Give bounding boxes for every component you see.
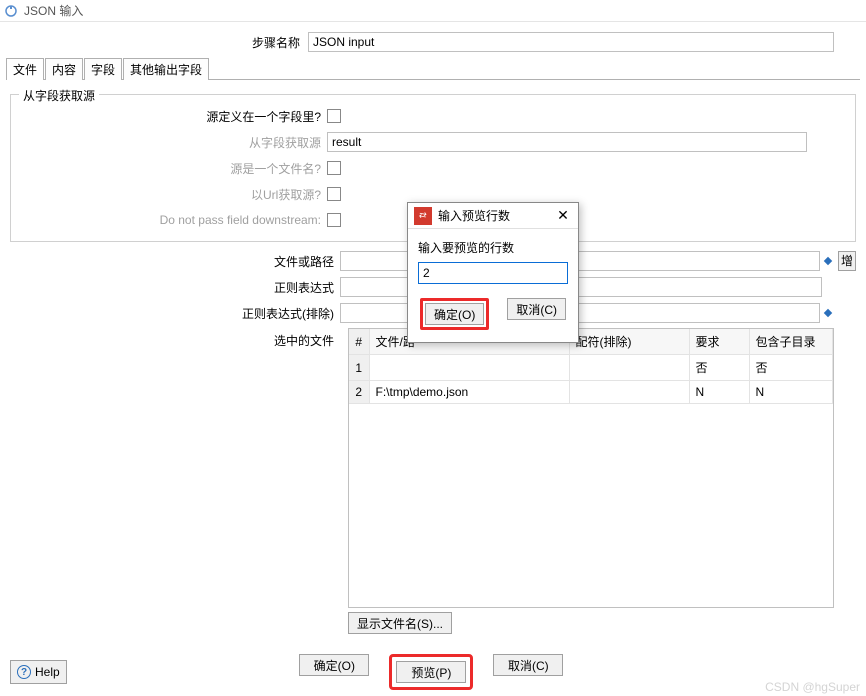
tab-content-area: 从字段获取源 源定义在一个字段里? 从字段获取源 源是一个文件名? 以Url获取… bbox=[0, 80, 866, 634]
checkbox-source-in-field[interactable] bbox=[327, 109, 341, 123]
variable-icon-2[interactable] bbox=[822, 303, 834, 323]
group-title: 从字段获取源 bbox=[19, 87, 99, 104]
close-icon[interactable]: ✕ bbox=[548, 203, 578, 229]
label-source-in-field: 源定义在一个字段里? bbox=[17, 108, 327, 125]
checkbox-from-url[interactable] bbox=[327, 187, 341, 201]
window-titlebar: JSON 输入 bbox=[0, 0, 866, 22]
footer: ? Help 确定(O) 预览(P) 取消(C) bbox=[0, 654, 866, 690]
step-name-input[interactable] bbox=[308, 32, 834, 52]
label-from-url: 以Url获取源? bbox=[17, 186, 327, 203]
table-row[interactable]: 2 F:\tmp\demo.json N N bbox=[349, 381, 833, 404]
dialog-prompt: 输入要预览的行数 bbox=[418, 239, 568, 256]
tab-fields[interactable]: 字段 bbox=[84, 58, 122, 80]
label-selected-files: 选中的文件 bbox=[10, 332, 340, 349]
tab-content[interactable]: 内容 bbox=[45, 58, 83, 80]
preview-rows-dialog: ⇄ 输入预览行数 ✕ 输入要预览的行数 确定(O) 取消(C) bbox=[407, 202, 579, 343]
tab-other-output[interactable]: 其他输出字段 bbox=[123, 58, 209, 80]
checkbox-no-pass[interactable] bbox=[327, 213, 341, 227]
label-regex-exclude: 正则表达式(排除) bbox=[10, 305, 340, 322]
checkbox-is-filename[interactable] bbox=[327, 161, 341, 175]
help-icon: ? bbox=[17, 665, 31, 679]
dialog-rows-input[interactable] bbox=[418, 262, 568, 284]
col-wildcard-excl[interactable]: 配符(排除) bbox=[569, 329, 689, 355]
col-include-subdir[interactable]: 包含子目录 bbox=[749, 329, 833, 355]
label-from-field: 从字段获取源 bbox=[17, 134, 327, 151]
tabs: 文件 内容 字段 其他输出字段 bbox=[6, 58, 860, 80]
dialog-titlebar: ⇄ 输入预览行数 ✕ bbox=[408, 203, 578, 229]
watermark: CSDN @hgSuper bbox=[765, 680, 860, 694]
input-from-field[interactable] bbox=[327, 132, 807, 152]
table-row[interactable]: 1 否 否 bbox=[349, 355, 833, 381]
dialog-title: 输入预览行数 bbox=[438, 207, 548, 224]
files-table: # 文件/路 配符(排除) 要求 包含子目录 1 否 否 bbox=[348, 328, 834, 608]
col-hash: # bbox=[349, 329, 369, 355]
window-title: JSON 输入 bbox=[24, 2, 83, 19]
dialog-ok-button[interactable]: 确定(O) bbox=[425, 303, 484, 325]
col-required[interactable]: 要求 bbox=[689, 329, 749, 355]
help-button[interactable]: ? Help bbox=[10, 660, 67, 684]
step-name-label: 步骤名称 bbox=[8, 34, 308, 51]
step-name-row: 步骤名称 bbox=[0, 28, 866, 56]
ok-button[interactable]: 确定(O) bbox=[299, 654, 369, 676]
label-file-or-path: 文件或路径 bbox=[10, 253, 340, 270]
label-regex: 正则表达式 bbox=[10, 279, 340, 296]
show-filenames-button[interactable]: 显示文件名(S)... bbox=[348, 612, 452, 634]
tab-file[interactable]: 文件 bbox=[6, 58, 44, 80]
cancel-button[interactable]: 取消(C) bbox=[493, 654, 563, 676]
app-icon bbox=[4, 4, 18, 18]
variable-icon[interactable] bbox=[822, 251, 834, 271]
dialog-app-icon: ⇄ bbox=[414, 207, 432, 225]
add-button[interactable]: 增 bbox=[838, 251, 856, 271]
preview-button[interactable]: 预览(P) bbox=[396, 661, 466, 683]
dialog-cancel-button[interactable]: 取消(C) bbox=[507, 298, 566, 320]
label-no-pass-downstream: Do not pass field downstream: bbox=[17, 213, 327, 227]
label-is-filename: 源是一个文件名? bbox=[17, 160, 327, 177]
